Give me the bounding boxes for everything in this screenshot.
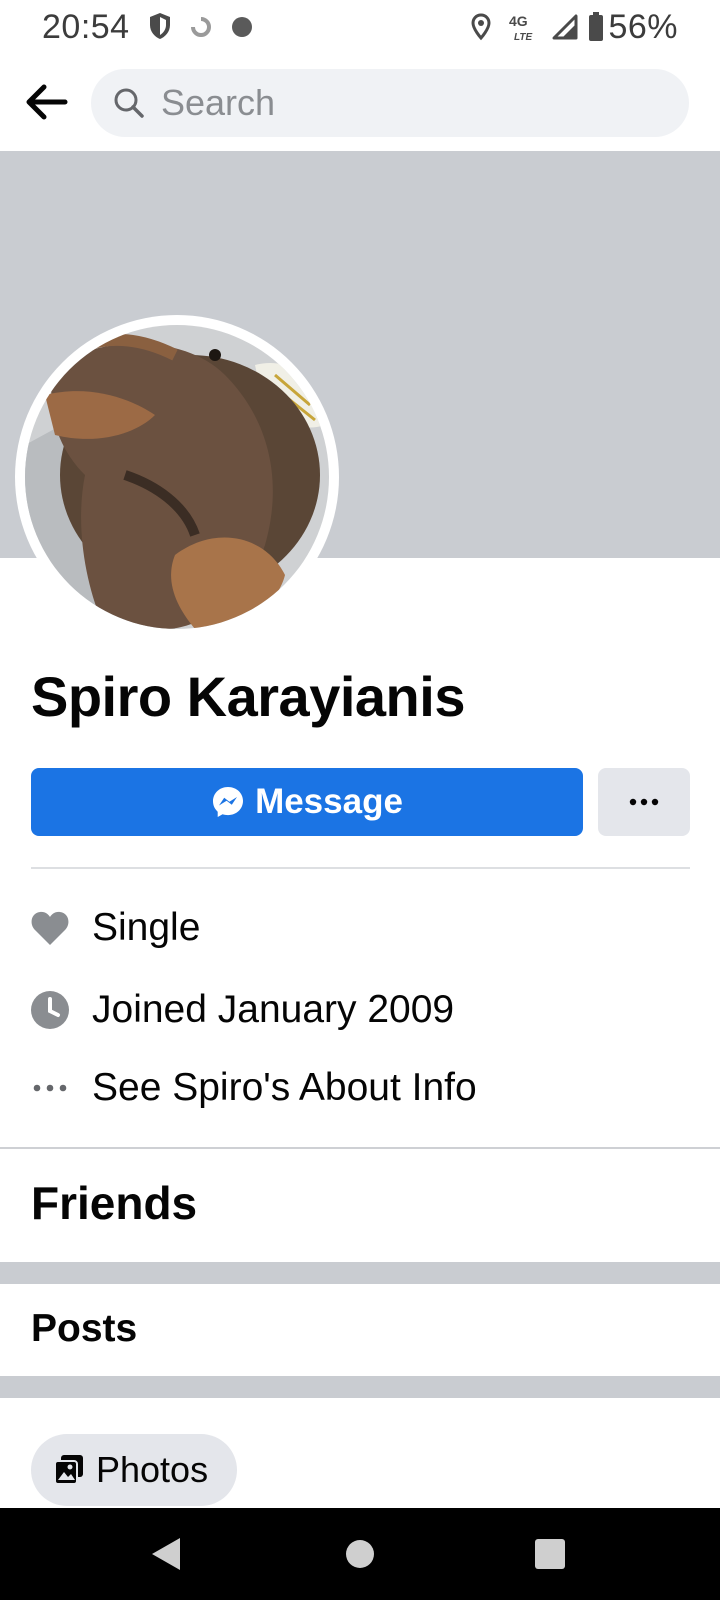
sync-icon (190, 16, 212, 43)
friends-section-title[interactable]: Friends (31, 1176, 197, 1230)
relationship-status: Single (92, 906, 201, 949)
battery-level: 56% (608, 8, 678, 46)
network-4g-icon: 4G LTE (508, 12, 538, 47)
location-icon (470, 13, 492, 46)
profile-avatar[interactable] (15, 315, 339, 639)
divider (0, 1147, 720, 1149)
photos-label: Photos (96, 1449, 209, 1490)
intro-joined: Joined January 2009 (0, 980, 720, 1040)
shield-icon (148, 12, 172, 45)
status-bar: 20:54 4G LTE 56% (0, 0, 720, 56)
search-input[interactable]: Search (91, 69, 689, 137)
back-button[interactable] (20, 76, 72, 128)
message-button[interactable]: Message (31, 768, 583, 836)
svg-text:LTE: LTE (514, 32, 532, 42)
clock-icon (30, 990, 70, 1030)
section-separator (0, 1376, 720, 1398)
about-info-link[interactable]: See Spiro's About Info (0, 1058, 720, 1118)
joined-date: Joined January 2009 (92, 988, 455, 1031)
photos-button[interactable]: Photos (31, 1434, 237, 1506)
about-info-label: See Spiro's About Info (92, 1066, 477, 1109)
messenger-icon (213, 787, 244, 817)
divider (31, 867, 690, 869)
nav-recents-icon[interactable] (535, 1539, 565, 1569)
section-separator (0, 1262, 720, 1284)
intro-relationship: Single (0, 898, 720, 958)
top-bar: Search (0, 56, 720, 150)
more-dots-icon (629, 798, 659, 806)
profile-screen: 20:54 4G LTE 56% Search Spiro Karayianis… (0, 0, 720, 1600)
search-icon (113, 87, 145, 124)
search-placeholder: Search (161, 82, 276, 123)
status-time: 20:54 (42, 8, 130, 46)
battery-icon (588, 12, 604, 47)
photos-icon (53, 1454, 85, 1491)
signal-icon (552, 14, 578, 45)
arrow-left-icon (26, 84, 68, 120)
svg-text:4G: 4G (509, 13, 528, 29)
system-nav-bar (0, 1508, 720, 1600)
dot-icon (231, 16, 253, 43)
posts-section-title: Posts (31, 1307, 138, 1350)
heart-icon (30, 908, 70, 948)
avatar-image (25, 325, 329, 629)
nav-back-icon[interactable] (150, 1536, 182, 1577)
nav-home-icon[interactable] (346, 1540, 374, 1568)
message-label: Message (255, 782, 403, 821)
more-dots-icon (30, 1068, 70, 1108)
more-options-button[interactable] (598, 768, 690, 836)
profile-name: Spiro Karayianis (31, 665, 465, 728)
